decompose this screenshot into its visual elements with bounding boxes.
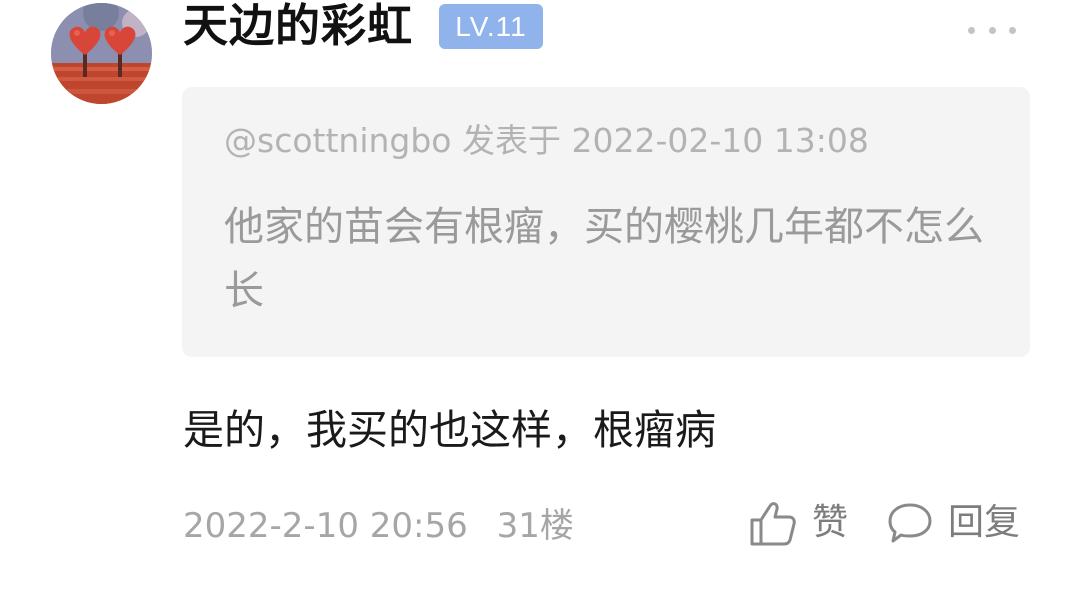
comment-post: 天边的彩虹 LV.11 @scottningbo 发表于 2022-02-10 … [0, 0, 1080, 596]
comment-bubble-icon [888, 503, 932, 543]
like-button[interactable]: 赞 [748, 497, 848, 549]
thumbs-up-icon [750, 502, 796, 546]
username[interactable]: 天边的彩虹 [183, 0, 413, 54]
avatar[interactable] [51, 3, 152, 104]
quote-meta: @scottningbo 发表于 2022-02-10 13:08 [224, 121, 869, 160]
reply-text: 是的，我买的也这样，根瘤病 [183, 406, 716, 454]
more-options-button[interactable] [968, 18, 1016, 42]
post-timestamp: 2022-2-10 20:56 [183, 506, 468, 546]
level-badge: LV.11 [439, 4, 543, 49]
reply-button[interactable]: 回复 [886, 497, 1020, 549]
reply-label: 回复 [948, 502, 1021, 543]
quote-text: 他家的苗会有根瘤，买的樱桃几年都不怎么长 [224, 204, 984, 314]
like-label: 赞 [812, 502, 849, 543]
floor-number: 31楼 [496, 506, 574, 546]
post-meta: 2022-2-10 20:56 31楼 [183, 503, 574, 549]
avatar-image [51, 3, 152, 104]
more-dots-icon [968, 26, 975, 34]
quoted-comment: @scottningbo 发表于 2022-02-10 13:08 他家的苗会有… [182, 87, 1030, 357]
